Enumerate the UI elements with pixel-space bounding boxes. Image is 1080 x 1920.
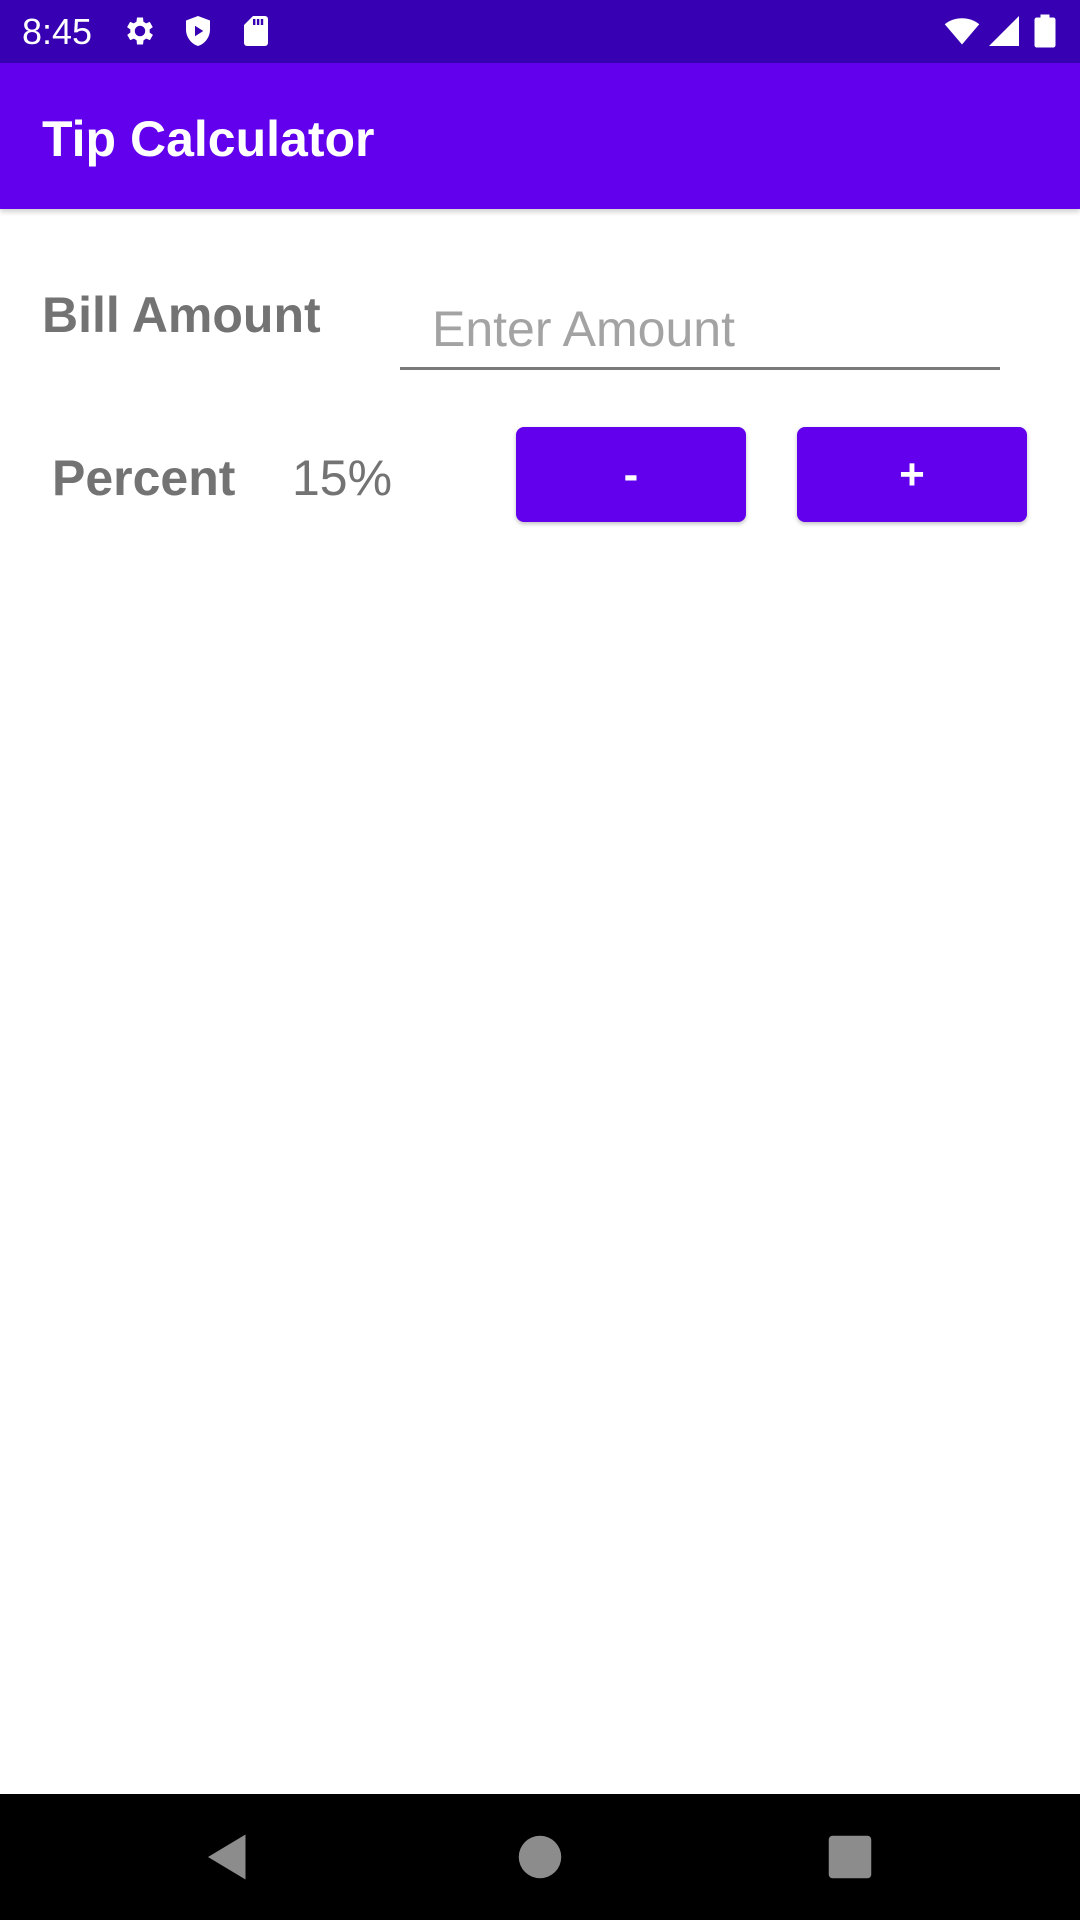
shield-icon — [180, 13, 216, 49]
percent-value: 15% — [292, 450, 393, 506]
increase-percent-button[interactable]: + — [797, 427, 1027, 522]
status-bar: 8:45 — [0, 0, 1080, 63]
app-bar: Tip Calculator — [0, 63, 1080, 209]
tip-calculator-screen: 8:45 Tip Calculator Bill Amount Percent … — [0, 0, 1080, 1920]
navigation-bar — [0, 1794, 1080, 1920]
back-icon[interactable] — [198, 1827, 258, 1887]
wifi-icon — [944, 13, 980, 49]
status-time: 8:45 — [22, 11, 93, 52]
battery-icon — [1030, 13, 1060, 49]
recents-icon[interactable] — [820, 1827, 880, 1887]
gear-icon — [122, 13, 158, 49]
home-icon[interactable] — [510, 1827, 570, 1887]
signal-icon — [986, 13, 1022, 49]
bill-amount-input[interactable] — [400, 290, 1000, 370]
sd-card-icon — [238, 13, 274, 49]
bill-amount-label: Bill Amount — [42, 287, 321, 343]
percent-label: Percent — [52, 450, 236, 506]
decrease-percent-button[interactable]: - — [516, 427, 746, 522]
app-title: Tip Calculator — [42, 111, 375, 167]
